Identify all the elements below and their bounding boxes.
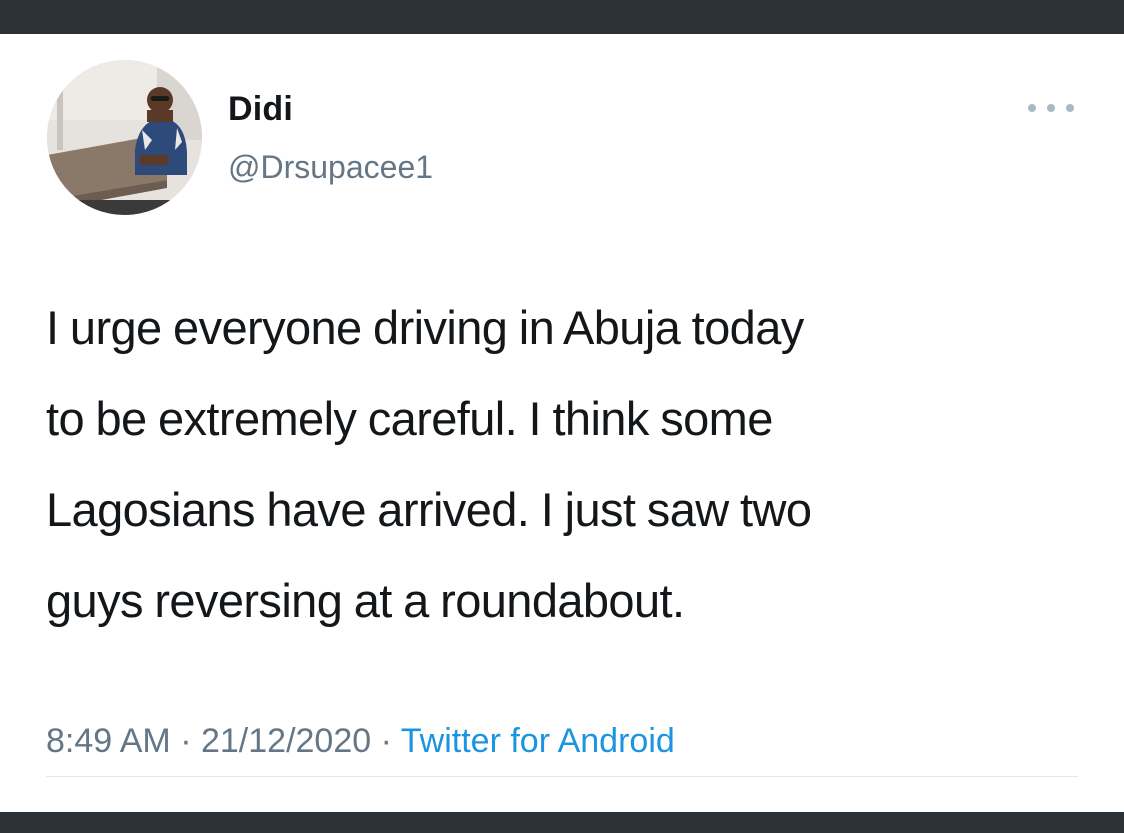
avatar-photo [47, 60, 202, 215]
tweet-date[interactable]: 21/12/2020 [201, 722, 371, 760]
tweet-text: I urge everyone driving in Abuja today t… [46, 282, 1096, 646]
separator-dot: · [380, 722, 392, 760]
user-handle[interactable]: @Drsupacee1 [228, 149, 433, 186]
tweet-metadata: 8:49 AM · 21/12/2020 · Twitter for Andro… [46, 722, 675, 761]
more-horizontal-icon [1066, 104, 1074, 112]
divider [46, 776, 1078, 777]
tweet-text-line: I urge everyone driving in Abuja today [46, 301, 804, 354]
top-frame-bar [0, 0, 1124, 34]
tweet-source-link[interactable]: Twitter for Android [401, 722, 675, 760]
tweet-text-line: to be extremely careful. I think some [46, 392, 773, 445]
bottom-frame-bar [0, 812, 1124, 833]
more-options-button[interactable] [1028, 96, 1074, 120]
more-horizontal-icon [1028, 104, 1036, 112]
tweet-text-line: guys reversing at a roundabout. [46, 574, 685, 627]
tweet-time[interactable]: 8:49 AM [46, 722, 171, 760]
avatar[interactable] [47, 60, 202, 215]
display-name[interactable]: Didi [228, 90, 293, 129]
tweet-text-line: Lagosians have arrived. I just saw two [46, 483, 812, 536]
separator-dot: · [180, 722, 192, 760]
more-horizontal-icon [1047, 104, 1055, 112]
